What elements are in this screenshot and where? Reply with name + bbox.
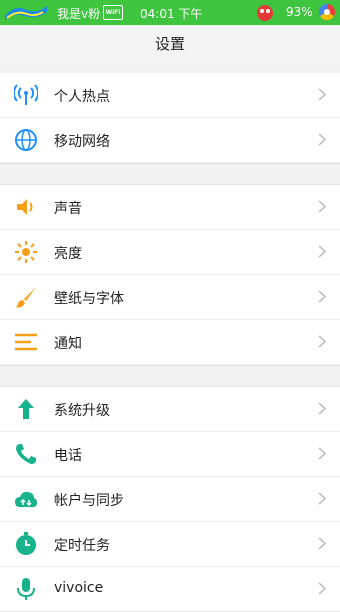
page-header: 设置 [0, 25, 340, 67]
setting-label: 系统升级 [54, 403, 110, 419]
setting-hotspot[interactable]: 个人热点 [0, 73, 340, 118]
setting-mobile-network[interactable]: 移动网络 [0, 118, 340, 163]
arrow-up-icon [18, 399, 34, 419]
chevron-right-icon [318, 447, 326, 460]
setting-notification[interactable]: 通知 [0, 320, 340, 365]
setting-label: 声音 [54, 201, 82, 217]
settings-group-display: 声音 亮度 壁纸与字体 通知 [0, 185, 340, 365]
setting-scheduled-task[interactable]: 定时任务 [0, 522, 340, 567]
notification-icon [15, 333, 37, 351]
app-logo-icon [5, 6, 47, 20]
setting-system-update[interactable]: 系统升级 [0, 387, 340, 432]
chevron-right-icon [318, 402, 326, 415]
setting-wallpaper-font[interactable]: 壁纸与字体 [0, 275, 340, 320]
browser-icon [319, 3, 336, 21]
wifi-icon: WiFi [103, 5, 123, 20]
chevron-right-icon [318, 245, 326, 258]
globe-icon [15, 129, 37, 151]
hotspot-icon [14, 84, 38, 105]
settings-list: 个人热点 移动网络 声音 亮度 壁纸与字体 通知 系统升级 电话 帐户与同步 定… [0, 73, 340, 612]
settings-group-network: 个人热点 移动网络 [0, 73, 340, 163]
settings-group-system: 系统升级 电话 帐户与同步 定时任务 vivoice [0, 387, 340, 612]
setting-label: 个人热点 [54, 89, 110, 105]
setting-sound[interactable]: 声音 [0, 185, 340, 230]
carrier-name: 我是v粉 [57, 7, 101, 21]
cloud-sync-icon [15, 491, 37, 507]
microphone-icon [17, 578, 35, 600]
status-bar: 我是v粉 WiFi 04:01 下午 93% [0, 0, 340, 25]
chevron-right-icon [318, 290, 326, 303]
setting-label: 壁纸与字体 [54, 291, 124, 307]
chevron-right-icon [318, 200, 326, 213]
chevron-right-icon [318, 582, 326, 595]
setting-vivoice[interactable]: vivoice [0, 567, 340, 612]
setting-label: 电话 [54, 448, 82, 464]
chevron-right-icon [318, 537, 326, 550]
sun-icon [15, 241, 37, 263]
setting-label: 定时任务 [54, 538, 110, 554]
phone-icon [16, 444, 36, 464]
section-divider [0, 365, 340, 387]
brush-icon [15, 287, 36, 308]
chevron-right-icon [318, 133, 326, 146]
setting-label: 通知 [54, 336, 82, 352]
page-title: 设置 [154, 35, 185, 53]
status-time: 04:01 下午 [140, 7, 203, 21]
setting-brightness[interactable]: 亮度 [0, 230, 340, 275]
setting-label: 帐户与同步 [54, 493, 124, 509]
chevron-right-icon [318, 335, 326, 348]
setting-phone[interactable]: 电话 [0, 432, 340, 477]
setting-label: vivoice [54, 580, 104, 596]
mascot-icon [257, 5, 273, 21]
section-divider [0, 163, 340, 185]
chevron-right-icon [318, 88, 326, 101]
setting-account-sync[interactable]: 帐户与同步 [0, 477, 340, 522]
setting-label: 移动网络 [54, 134, 110, 150]
speaker-icon [17, 199, 33, 215]
timer-icon [16, 532, 36, 555]
chevron-right-icon [318, 492, 326, 505]
battery-level: 93% [286, 5, 313, 19]
setting-label: 亮度 [54, 246, 82, 262]
